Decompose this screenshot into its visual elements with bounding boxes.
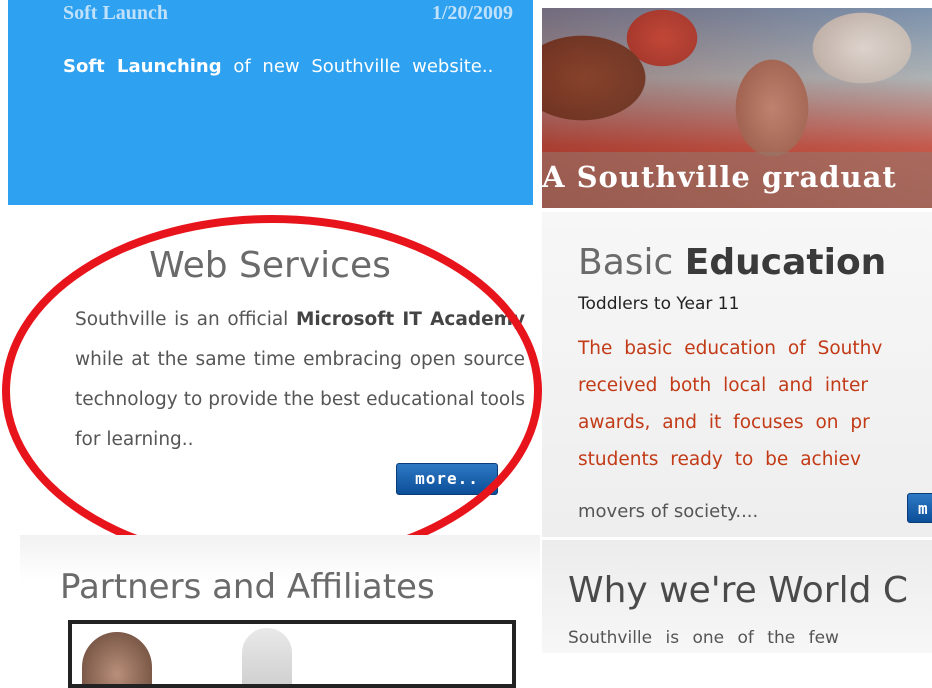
basic-education-line: awards, and it focuses on pr (578, 412, 870, 433)
basic-education-body: The basic education of Southv received b… (578, 330, 932, 478)
basic-education-title-light: Basic (578, 242, 685, 283)
web-services-title: Web Services (149, 245, 391, 286)
basic-education-line: received both local and inter (578, 375, 868, 396)
news-box: Soft Launch 1/20/2009 Soft Launching of … (8, 0, 533, 205)
news-header: Soft Launch 1/20/2009 (63, 2, 513, 30)
web-services-text-1: Southville is an official (75, 309, 296, 330)
partner-person-image (82, 632, 152, 684)
basic-education-section: Basic Education Toddlers to Year 11 The … (542, 212, 932, 537)
partner-statue-image (242, 628, 292, 684)
news-title[interactable]: Soft Launch (63, 2, 168, 25)
partners-section: Partners and Affiliates (20, 535, 540, 688)
news-date: 1/20/2009 (431, 2, 513, 24)
basic-education-subtitle: Toddlers to Year 11 (578, 294, 740, 314)
basic-education-movers-text: movers of society.... (578, 501, 759, 522)
photo-caption: A Southville graduat (542, 160, 897, 194)
news-body: Soft Launching of new Southville website… (63, 50, 518, 83)
world-class-title: Why we're World C (568, 570, 908, 611)
news-body-bold: Soft Launching (63, 56, 222, 77)
web-services-text-2: while at the same time embracing open so… (75, 349, 525, 450)
web-services-bold: Microsoft IT Academy (296, 309, 525, 330)
web-services-more-button[interactable]: more.. (396, 463, 498, 495)
basic-education-title-bold: Education (684, 242, 887, 283)
basic-education-line: students ready to be achiev (578, 449, 861, 470)
partners-image-frame[interactable] (68, 620, 516, 688)
world-class-section: Why we're World C Southville is one of t… (542, 540, 932, 653)
world-class-body: Southville is one of the few (568, 628, 839, 648)
basic-education-title: Basic Education (578, 242, 886, 283)
photo-caption-bar: A Southville graduat (542, 152, 932, 208)
graduation-photo[interactable]: A Southville graduat (542, 8, 932, 208)
web-services-body: Southville is an official Microsoft IT A… (75, 300, 525, 460)
web-services-section: Web Services Southville is an official M… (0, 215, 540, 540)
news-body-text: of new Southville website.. (221, 56, 494, 77)
partners-title: Partners and Affiliates (60, 567, 435, 607)
basic-education-line: The basic education of Southv (578, 338, 883, 359)
basic-education-more-button[interactable]: m (907, 493, 932, 523)
